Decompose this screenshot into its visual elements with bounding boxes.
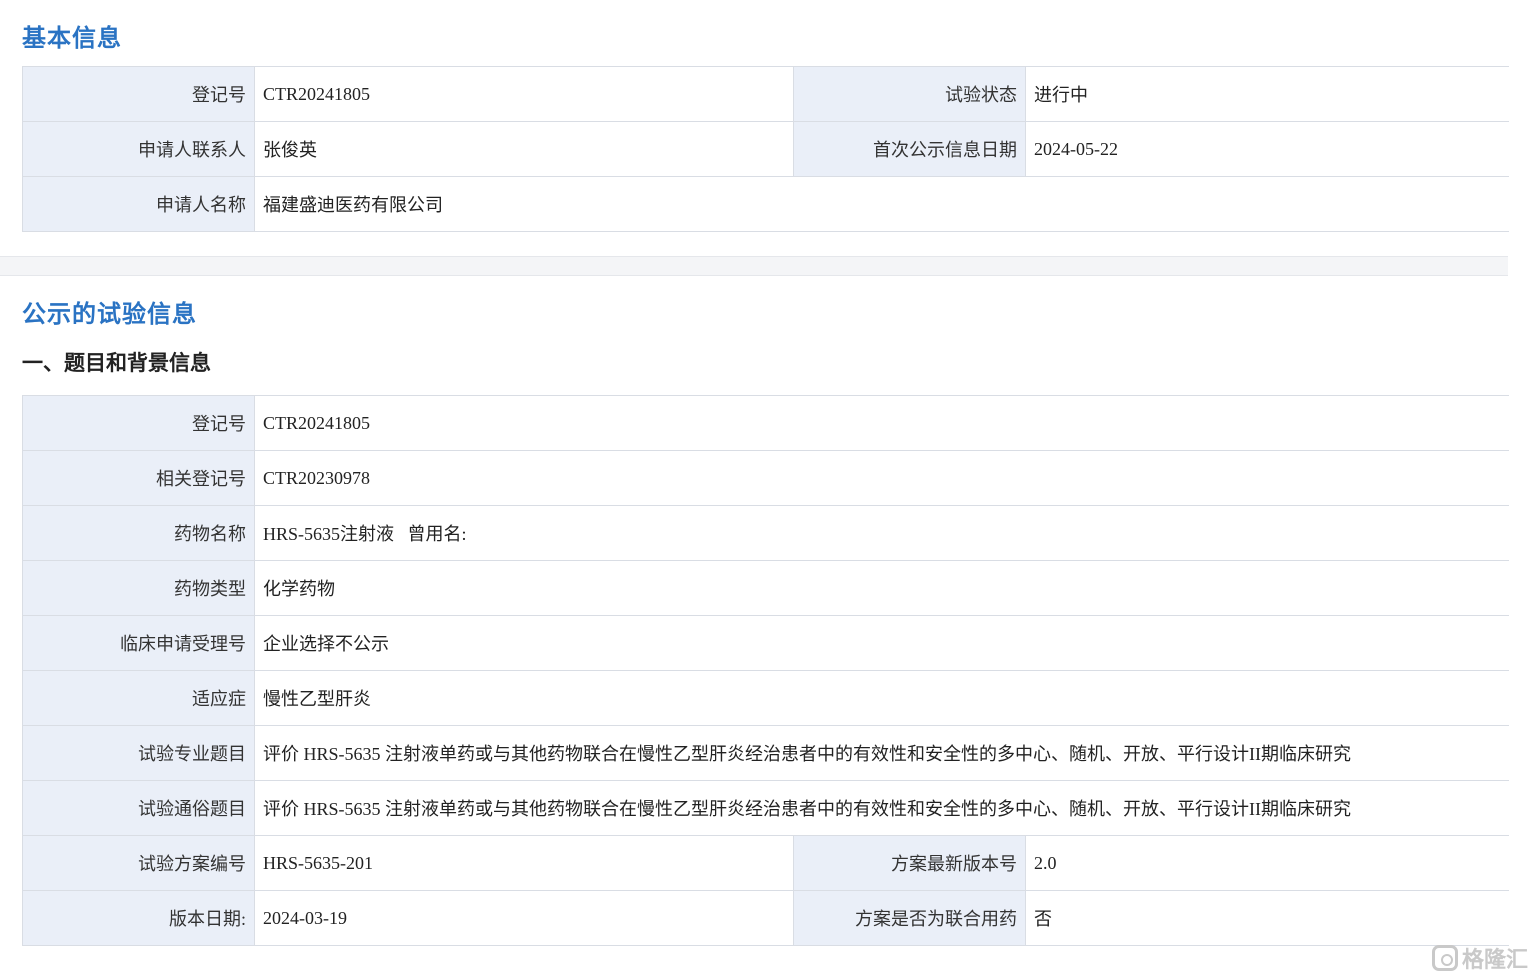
drug-type-value: 化学药物 bbox=[254, 560, 1509, 616]
table-row: 申请人联系人 张俊英 首次公示信息日期 2024-05-22 bbox=[22, 121, 1509, 177]
first-public-date-value: 2024-05-22 bbox=[1025, 121, 1509, 177]
applicant-label: 申请人名称 bbox=[22, 176, 255, 232]
table-row: 试验专业题目 评价 HRS-5635 注射液单药或与其他药物联合在慢性乙型肝炎经… bbox=[22, 725, 1509, 781]
table-row: 试验方案编号 HRS-5635-201 方案最新版本号 2.0 bbox=[22, 835, 1509, 891]
latest-version-value: 2.0 bbox=[1025, 835, 1509, 891]
latest-version-label: 方案最新版本号 bbox=[793, 835, 1026, 891]
indication-label: 适应症 bbox=[22, 670, 255, 726]
reg-no-label: 登记号 bbox=[22, 66, 255, 122]
related-reg-no-label: 相关登记号 bbox=[22, 450, 255, 506]
version-date-label: 版本日期: bbox=[22, 890, 255, 946]
combo-value: 否 bbox=[1025, 890, 1509, 946]
table-row: 版本日期: 2024-03-19 方案是否为联合用药 否 bbox=[22, 890, 1509, 946]
gelonghui-logo-icon bbox=[1431, 945, 1458, 971]
trial-status-label: 试验状态 bbox=[793, 66, 1026, 122]
version-date-value: 2024-03-19 bbox=[254, 890, 794, 946]
reg-no-value: CTR20241805 bbox=[254, 66, 794, 122]
table-row: 临床申请受理号 企业选择不公示 bbox=[22, 615, 1509, 671]
table-row: 相关登记号 CTR20230978 bbox=[22, 450, 1509, 506]
professional-title-label: 试验专业题目 bbox=[22, 725, 255, 781]
watermark: 格隆汇 bbox=[1431, 942, 1528, 974]
first-public-date-label: 首次公示信息日期 bbox=[793, 121, 1026, 177]
clinical-acceptance-no-label: 临床申请受理号 bbox=[22, 615, 255, 671]
table-row: 申请人名称 福建盛迪医药有限公司 bbox=[22, 176, 1509, 232]
contact-value: 张俊英 bbox=[254, 121, 794, 177]
protocol-no-label: 试验方案编号 bbox=[22, 835, 255, 891]
subsection-title: 一、题目和背景信息 bbox=[22, 351, 211, 375]
table-row: 药物类型 化学药物 bbox=[22, 560, 1509, 616]
table-row: 适应症 慢性乙型肝炎 bbox=[22, 670, 1509, 726]
table-row: 登记号 CTR20241805 试验状态 进行中 bbox=[22, 66, 1509, 122]
basic-info-title: 基本信息 bbox=[22, 24, 122, 52]
combo-label: 方案是否为联合用药 bbox=[793, 890, 1026, 946]
related-reg-no-value: CTR20230978 bbox=[254, 450, 1509, 506]
applicant-value: 福建盛迪医药有限公司 bbox=[254, 176, 1509, 232]
clinical-acceptance-no-value: 企业选择不公示 bbox=[254, 615, 1509, 671]
popular-title-value: 评价 HRS-5635 注射液单药或与其他药物联合在慢性乙型肝炎经治患者中的有效… bbox=[254, 780, 1509, 836]
section-divider bbox=[0, 256, 1508, 276]
trial-info-table: 登记号 CTR20241805 相关登记号 CTR20230978 药物名称 H… bbox=[22, 395, 1509, 946]
professional-title-value: 评价 HRS-5635 注射液单药或与其他药物联合在慢性乙型肝炎经治患者中的有效… bbox=[254, 725, 1509, 781]
popular-title-label: 试验通俗题目 bbox=[22, 780, 255, 836]
drug-name-label: 药物名称 bbox=[22, 505, 255, 561]
drug-name-value: HRS-5635注射液 曾用名: bbox=[254, 505, 1509, 561]
reg-no-value: CTR20241805 bbox=[254, 395, 1509, 451]
indication-value: 慢性乙型肝炎 bbox=[254, 670, 1509, 726]
drug-type-label: 药物类型 bbox=[22, 560, 255, 616]
trial-status-value: 进行中 bbox=[1025, 66, 1509, 122]
watermark-text: 格隆汇 bbox=[1461, 948, 1528, 973]
protocol-no-value: HRS-5635-201 bbox=[254, 835, 794, 891]
table-row: 登记号 CTR20241805 bbox=[22, 395, 1509, 451]
contact-label: 申请人联系人 bbox=[22, 121, 255, 177]
table-row: 药物名称 HRS-5635注射液 曾用名: bbox=[22, 505, 1509, 561]
basic-info-table: 登记号 CTR20241805 试验状态 进行中 申请人联系人 张俊英 首次公示… bbox=[22, 66, 1509, 232]
reg-no-label: 登记号 bbox=[22, 395, 255, 451]
table-row: 试验通俗题目 评价 HRS-5635 注射液单药或与其他药物联合在慢性乙型肝炎经… bbox=[22, 780, 1509, 836]
public-trial-info-title: 公示的试验信息 bbox=[22, 300, 197, 328]
